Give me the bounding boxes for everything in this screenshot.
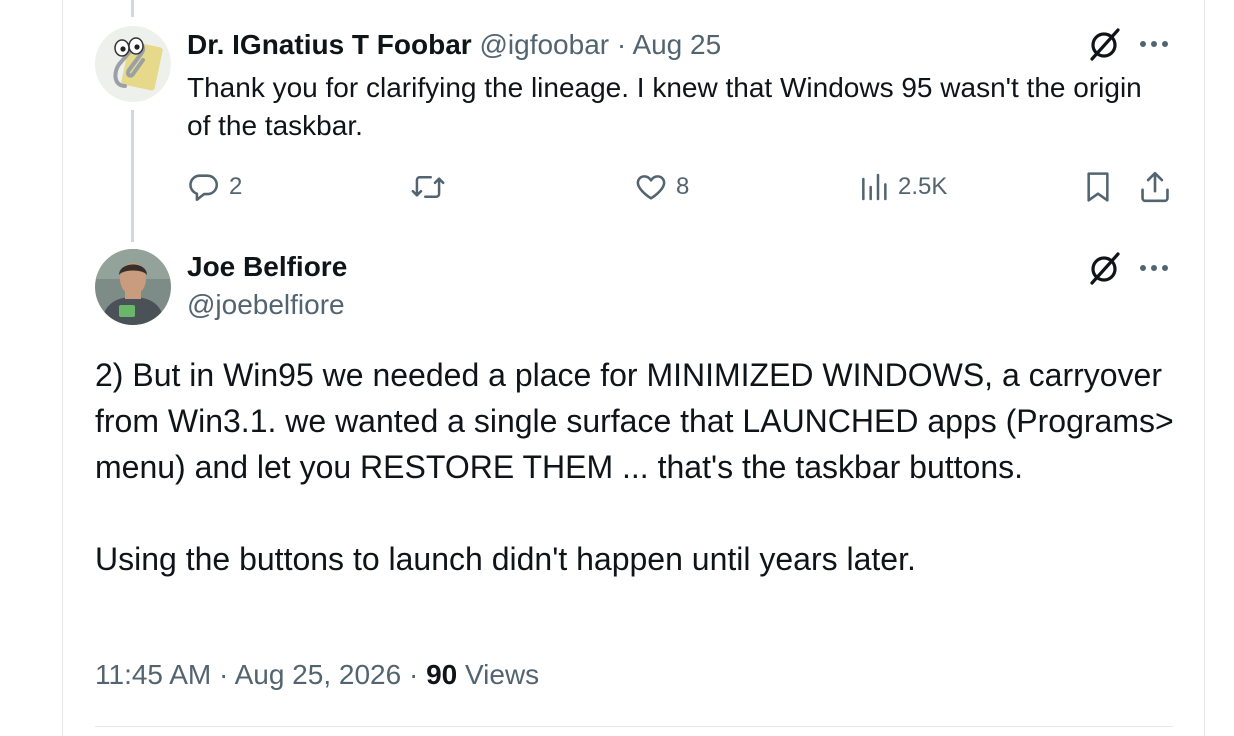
grok-icon[interactable] [1086,250,1122,286]
divider [95,726,1173,727]
tweet-thread: Dr. IGnatius T Foobar @igfoobar · Aug 25… [0,0,1234,736]
reply-button[interactable]: 2 [187,168,242,206]
reply-separator: · [609,29,633,60]
share-button[interactable] [1138,168,1172,206]
retweet-button[interactable] [410,168,454,206]
thread-line-top [131,0,134,17]
views-label: Views [465,659,540,690]
views-count: 90 [426,659,458,690]
reply-count: 2 [229,173,243,200]
like-icon [636,175,666,200]
main-handle[interactable]: @joebelfiore [187,288,345,322]
reply-author-name[interactable]: Dr. IGnatius T Foobar [187,29,472,60]
reply-date[interactable]: Aug 25 [632,29,721,60]
main-author-name[interactable]: Joe Belfiore [187,250,347,284]
tweet-meta: 11:45 AM · Aug 25, 2026 · 90 Views [95,656,539,694]
reply-handle[interactable]: @igfoobar [479,29,609,60]
reply-header: Dr. IGnatius T Foobar @igfoobar · Aug 25 [187,28,721,62]
main-tweet-paragraph: Using the buttons to launch didn't happe… [95,541,916,577]
main-avatar[interactable] [95,249,171,325]
main-tweet-text: 2) But in Win95 we needed a place for MI… [95,352,1185,582]
column-border-right [1204,0,1205,736]
bookmark-button[interactable] [1082,168,1114,206]
more-icon[interactable] [1138,32,1170,56]
reply-text: Thank you for clarifying the lineage. I … [187,72,1142,141]
like-count: 8 [676,173,690,200]
share-icon [1141,171,1169,203]
more-icon[interactable] [1138,256,1170,280]
views-icon [862,173,887,201]
grok-icon[interactable] [1086,26,1122,62]
bookmark-icon [1087,172,1109,202]
meta-separator: · [401,659,427,690]
like-button[interactable]: 8 [634,168,689,206]
thread-line [131,110,134,242]
reply-avatar[interactable] [95,26,171,102]
column-border-left [62,0,63,736]
tweet-date[interactable]: Aug 25, 2026 [235,659,402,690]
views-button[interactable]: 2.5K [858,168,947,206]
meta-separator: · [211,659,235,690]
views-count: 2.5K [898,173,948,200]
retweet-icon [411,176,445,198]
reply-icon [189,174,219,202]
tweet-time[interactable]: 11:45 AM [95,659,211,690]
main-tweet-paragraph: 2) But in Win95 we needed a place for MI… [95,357,1174,485]
